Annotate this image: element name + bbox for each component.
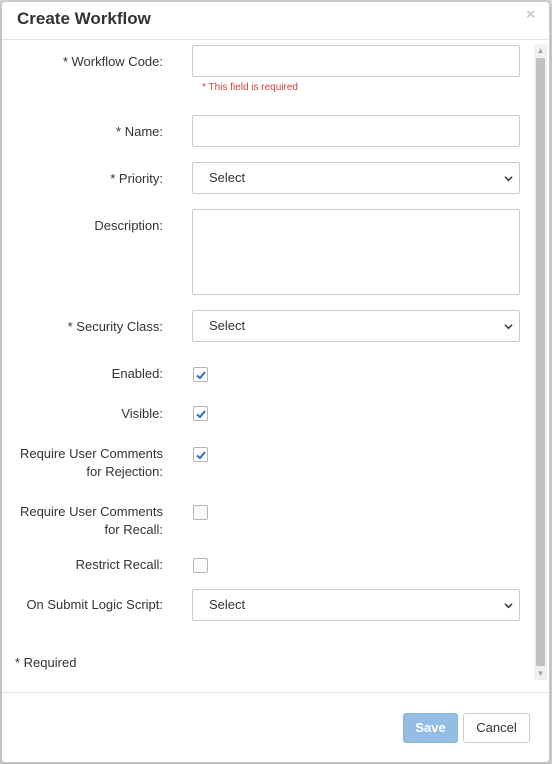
priority-label: * Priority: xyxy=(110,171,163,186)
chevron-down-icon xyxy=(504,603,513,609)
restrict-recall-checkbox[interactable] xyxy=(193,558,208,573)
require-comments-recall-label-line2: for Recall: xyxy=(104,522,163,537)
save-button[interactable]: Save xyxy=(403,713,458,743)
description-label: Description: xyxy=(94,218,163,233)
security-class-label: * Security Class: xyxy=(67,319,163,334)
cancel-button[interactable]: Cancel xyxy=(463,713,530,743)
visible-checkbox[interactable] xyxy=(193,406,208,421)
require-comments-rejection-checkbox[interactable] xyxy=(193,447,208,462)
enabled-label: Enabled: xyxy=(111,366,163,381)
chevron-down-icon xyxy=(504,324,513,330)
on-submit-logic-script-select[interactable]: Select xyxy=(192,589,520,621)
require-comments-recall-label-line1: Require User Comments xyxy=(19,504,163,519)
require-comments-rejection-label-line1: Require User Comments xyxy=(19,446,163,461)
visible-label: Visible: xyxy=(121,406,163,421)
on-submit-logic-script-selected-value: Select xyxy=(209,597,246,612)
require-comments-recall-checkbox[interactable] xyxy=(193,505,208,520)
workflow-code-label: * Workflow Code: xyxy=(62,54,163,69)
security-class-select[interactable]: Select xyxy=(192,310,520,342)
dialog-header: Create Workflow × xyxy=(2,2,549,40)
dialog-footer: Save Cancel xyxy=(2,692,549,764)
checkmark-icon xyxy=(196,371,206,380)
name-label: * Name: xyxy=(116,124,163,139)
required-note: * Required xyxy=(15,655,77,670)
security-class-selected-value: Select xyxy=(209,318,246,333)
restrict-recall-label: Restrict Recall: xyxy=(75,557,163,572)
close-icon[interactable]: × xyxy=(526,6,535,23)
vertical-scrollbar[interactable]: ▲ ▼ xyxy=(534,44,547,680)
enabled-checkbox[interactable] xyxy=(193,367,208,382)
require-comments-rejection-label-line2: for Rejection: xyxy=(86,464,163,479)
chevron-down-icon xyxy=(504,176,513,182)
scroll-up-arrow-icon[interactable]: ▲ xyxy=(534,44,547,57)
checkmark-icon xyxy=(196,410,206,419)
dialog-body: * Workflow Code: * This field is require… xyxy=(2,40,549,680)
workflow-code-error: * This field is required xyxy=(202,82,298,93)
dialog-title: Create Workflow xyxy=(17,9,151,28)
priority-select[interactable]: Select xyxy=(192,162,520,194)
priority-selected-value: Select xyxy=(209,170,246,185)
create-workflow-dialog: Create Workflow × * Workflow Code: * Thi… xyxy=(1,1,550,763)
scroll-down-arrow-icon[interactable]: ▼ xyxy=(534,667,547,680)
scrollbar-thumb[interactable] xyxy=(536,58,545,666)
checkmark-icon xyxy=(196,451,206,460)
name-input[interactable] xyxy=(192,115,520,147)
workflow-code-input[interactable] xyxy=(192,45,520,77)
on-submit-logic-script-label: On Submit Logic Script: xyxy=(26,597,163,612)
description-textarea[interactable] xyxy=(192,209,520,295)
